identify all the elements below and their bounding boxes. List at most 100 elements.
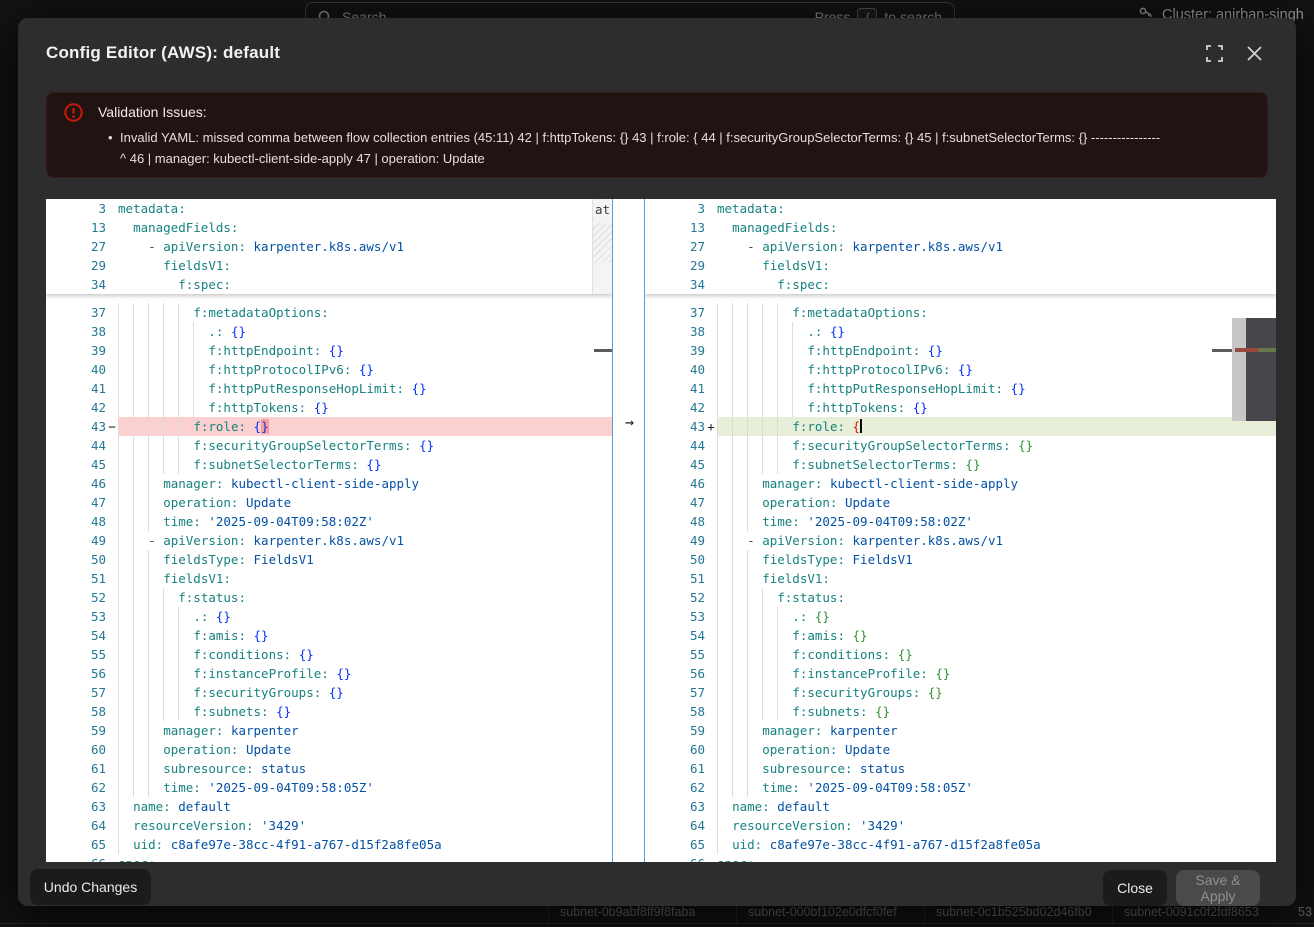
code-line-52[interactable]: 52 f:status: bbox=[46, 588, 612, 607]
scrollbar-slider[interactable] bbox=[1232, 318, 1246, 421]
code-line-3[interactable]: 3metadata: bbox=[46, 199, 612, 218]
diff-sash[interactable]: → bbox=[612, 199, 645, 862]
diff-sign bbox=[705, 569, 717, 588]
code-line-34[interactable]: 34 f:spec: bbox=[645, 275, 1276, 294]
code-line-48[interactable]: 48 time: '2025-09-04T09:58:02Z' bbox=[645, 512, 1276, 531]
code-line-66[interactable]: 66spec: bbox=[46, 854, 612, 862]
code-line-46[interactable]: 46 manager: kubectl-client-side-apply bbox=[46, 474, 612, 493]
code-line-48[interactable]: 48 time: '2025-09-04T09:58:02Z' bbox=[46, 512, 612, 531]
code-line-50[interactable]: 50 fieldsType: FieldsV1 bbox=[645, 550, 1276, 569]
diff-sign bbox=[106, 778, 118, 797]
code-line-43[interactable]: 43+ f:role: { bbox=[645, 417, 1276, 436]
line-number: 54 bbox=[46, 626, 106, 645]
code-line-60[interactable]: 60 operation: Update bbox=[46, 740, 612, 759]
sticky-scroll-modified[interactable]: 3metadata:13 managedFields:27 - apiVersi… bbox=[645, 199, 1276, 294]
expand-icon[interactable] bbox=[1206, 45, 1223, 67]
code-line-55[interactable]: 55 f:conditions: {} bbox=[46, 645, 612, 664]
code-line-55[interactable]: 55 f:conditions: {} bbox=[645, 645, 1276, 664]
code-line-47[interactable]: 47 operation: Update bbox=[46, 493, 612, 512]
code-line-59[interactable]: 59 manager: karpenter bbox=[645, 721, 1276, 740]
code-line-37[interactable]: 37 f:metadataOptions: bbox=[645, 303, 1276, 322]
code-line-34[interactable]: 34 f:spec: bbox=[46, 275, 612, 294]
code-line-44[interactable]: 44 f:securityGroupSelectorTerms: {} bbox=[645, 436, 1276, 455]
diff-sign bbox=[106, 322, 118, 341]
code-line-42[interactable]: 42 f:httpTokens: {} bbox=[46, 398, 612, 417]
code-line-60[interactable]: 60 operation: Update bbox=[645, 740, 1276, 759]
code-line-52[interactable]: 52 f:status: bbox=[645, 588, 1276, 607]
line-number: 34 bbox=[46, 275, 106, 294]
revert-arrow-icon[interactable]: → bbox=[620, 413, 639, 432]
code-line-64[interactable]: 64 resourceVersion: '3429' bbox=[46, 816, 612, 835]
code-line-65[interactable]: 65 uid: c8afe97e-38cc-4f91-a767-d15f2a8f… bbox=[645, 835, 1276, 854]
code-line-49[interactable]: 49 - apiVersion: karpenter.k8s.aws/v1 bbox=[46, 531, 612, 550]
code-line-63[interactable]: 63 name: default bbox=[46, 797, 612, 816]
line-content: f:httpTokens: {} bbox=[118, 398, 612, 417]
code-line-45[interactable]: 45 f:subnetSelectorTerms: {} bbox=[46, 455, 612, 474]
code-line-47[interactable]: 47 operation: Update bbox=[645, 493, 1276, 512]
code-line-57[interactable]: 57 f:securityGroups: {} bbox=[46, 683, 612, 702]
line-content: time: '2025-09-04T09:58:05Z' bbox=[118, 778, 612, 797]
code-line-40[interactable]: 40 f:httpProtocolIPv6: {} bbox=[46, 360, 612, 379]
code-line-41[interactable]: 41 f:httpPutResponseHopLimit: {} bbox=[645, 379, 1276, 398]
diff-sign: + bbox=[705, 417, 717, 436]
code-line-59[interactable]: 59 manager: karpenter bbox=[46, 721, 612, 740]
code-line-51[interactable]: 51 fieldsV1: bbox=[46, 569, 612, 588]
code-line-27[interactable]: 27 - apiVersion: karpenter.k8s.aws/v1 bbox=[46, 237, 612, 256]
line-content: f:status: bbox=[118, 588, 612, 607]
diff-pane-modified[interactable]: 37 f:metadataOptions:38 .: {}39 f:httpEn… bbox=[645, 199, 1276, 862]
diff-pane-original[interactable]: 37 f:metadataOptions:38 .: {}39 f:httpEn… bbox=[46, 199, 612, 862]
sticky-scroll-original[interactable]: 3metadata:13 managedFields:27 - apiVersi… bbox=[46, 199, 612, 294]
code-line-54[interactable]: 54 f:amis: {} bbox=[46, 626, 612, 645]
code-line-56[interactable]: 56 f:instanceProfile: {} bbox=[46, 664, 612, 683]
code-line-50[interactable]: 50 fieldsType: FieldsV1 bbox=[46, 550, 612, 569]
code-line-39[interactable]: 39 f:httpEndpoint: {} bbox=[46, 341, 612, 360]
code-line-42[interactable]: 42 f:httpTokens: {} bbox=[645, 398, 1276, 417]
code-line-64[interactable]: 64 resourceVersion: '3429' bbox=[645, 816, 1276, 835]
code-line-53[interactable]: 53 .: {} bbox=[46, 607, 612, 626]
code-line-56[interactable]: 56 f:instanceProfile: {} bbox=[645, 664, 1276, 683]
code-line-63[interactable]: 63 name: default bbox=[645, 797, 1276, 816]
code-line-58[interactable]: 58 f:subnets: {} bbox=[645, 702, 1276, 721]
line-number: 58 bbox=[46, 702, 106, 721]
code-line-62[interactable]: 62 time: '2025-09-04T09:58:05Z' bbox=[46, 778, 612, 797]
code-line-66[interactable]: 66spec: bbox=[645, 854, 1276, 862]
code-line-53[interactable]: 53 .: {} bbox=[645, 607, 1276, 626]
code-line-27[interactable]: 27 - apiVersion: karpenter.k8s.aws/v1 bbox=[645, 237, 1276, 256]
code-line-29[interactable]: 29 fieldsV1: bbox=[645, 256, 1276, 275]
code-line-43[interactable]: 43− f:role: {} bbox=[46, 417, 612, 436]
diff-sign bbox=[106, 664, 118, 683]
code-line-39[interactable]: 39 f:httpEndpoint: {} bbox=[645, 341, 1276, 360]
code-line-3[interactable]: 3metadata: bbox=[645, 199, 1276, 218]
code-line-45[interactable]: 45 f:subnetSelectorTerms: {} bbox=[645, 455, 1276, 474]
code-line-13[interactable]: 13 managedFields: bbox=[645, 218, 1276, 237]
diff-sign bbox=[705, 275, 717, 294]
code-line-40[interactable]: 40 f:httpProtocolIPv6: {} bbox=[645, 360, 1276, 379]
code-line-62[interactable]: 62 time: '2025-09-04T09:58:05Z' bbox=[645, 778, 1276, 797]
code-line-38[interactable]: 38 .: {} bbox=[46, 322, 612, 341]
line-content: f:spec: bbox=[118, 275, 612, 294]
close-icon[interactable] bbox=[1247, 46, 1262, 66]
code-line-61[interactable]: 61 subresource: status bbox=[46, 759, 612, 778]
line-number: 49 bbox=[645, 531, 705, 550]
diff-sign bbox=[705, 303, 717, 322]
code-line-41[interactable]: 41 f:httpPutResponseHopLimit: {} bbox=[46, 379, 612, 398]
code-line-54[interactable]: 54 f:amis: {} bbox=[645, 626, 1276, 645]
code-line-58[interactable]: 58 f:subnets: {} bbox=[46, 702, 612, 721]
code-line-13[interactable]: 13 managedFields: bbox=[46, 218, 612, 237]
code-line-49[interactable]: 49 - apiVersion: karpenter.k8s.aws/v1 bbox=[645, 531, 1276, 550]
code-line-46[interactable]: 46 manager: kubectl-client-side-apply bbox=[645, 474, 1276, 493]
diff-sign bbox=[705, 493, 717, 512]
code-line-38[interactable]: 38 .: {} bbox=[645, 322, 1276, 341]
code-line-51[interactable]: 51 fieldsV1: bbox=[645, 569, 1276, 588]
code-line-29[interactable]: 29 fieldsV1: bbox=[46, 256, 612, 275]
undo-changes-button[interactable]: Undo Changes bbox=[30, 869, 151, 905]
close-button[interactable]: Close bbox=[1103, 870, 1167, 906]
line-content: resourceVersion: '3429' bbox=[118, 816, 612, 835]
code-line-44[interactable]: 44 f:securityGroupSelectorTerms: {} bbox=[46, 436, 612, 455]
scrollbar-slider-overlay[interactable] bbox=[1246, 318, 1276, 421]
code-line-65[interactable]: 65 uid: c8afe97e-38cc-4f91-a767-d15f2a8f… bbox=[46, 835, 612, 854]
code-line-37[interactable]: 37 f:metadataOptions: bbox=[46, 303, 612, 322]
save-apply-button-disabled[interactable]: Save & Apply bbox=[1176, 870, 1260, 906]
code-line-57[interactable]: 57 f:securityGroups: {} bbox=[645, 683, 1276, 702]
code-line-61[interactable]: 61 subresource: status bbox=[645, 759, 1276, 778]
